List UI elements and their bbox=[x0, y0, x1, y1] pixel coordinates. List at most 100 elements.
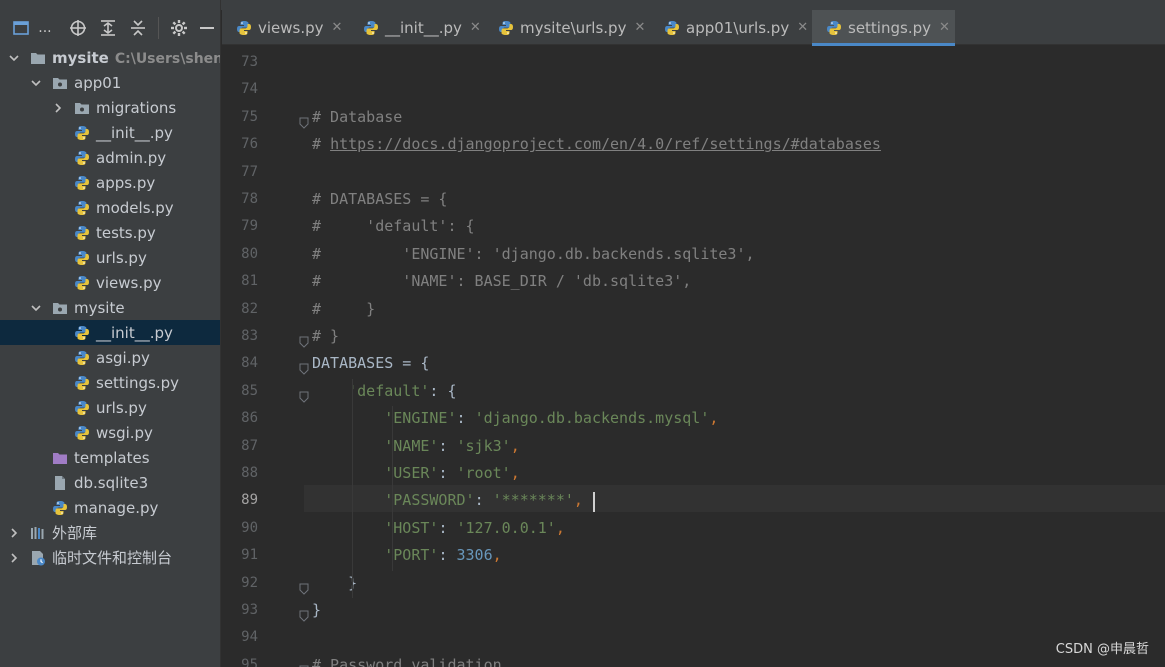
code-token: # Database bbox=[312, 107, 403, 126]
expand-all-icon[interactable] bbox=[92, 10, 124, 46]
editor-tab[interactable]: __init__.py ✕ bbox=[349, 10, 484, 45]
code-line[interactable]: # } bbox=[312, 327, 339, 345]
fold-marker-icon[interactable] bbox=[299, 114, 309, 129]
gear-icon[interactable] bbox=[165, 10, 193, 46]
code-line[interactable]: # } bbox=[312, 300, 375, 318]
tree-item-label: apps.py bbox=[96, 173, 156, 192]
code-line[interactable]: 'default': { bbox=[312, 382, 456, 400]
tree-item[interactable]: 外部库 bbox=[0, 520, 220, 545]
chevron-right-icon[interactable] bbox=[8, 552, 20, 564]
tree-item[interactable]: apps.py bbox=[0, 170, 220, 195]
editor-tab[interactable]: settings.py ✕ bbox=[812, 10, 955, 46]
tree-item[interactable]: urls.py bbox=[0, 245, 220, 270]
tree-item-label: urls.py bbox=[96, 248, 147, 267]
line-number: 95 bbox=[241, 656, 258, 667]
tree-item[interactable]: urls.py bbox=[0, 395, 220, 420]
code-token: 'root' bbox=[456, 464, 511, 482]
line-number: 74 bbox=[241, 81, 258, 98]
code-line[interactable]: 'ENGINE': 'django.db.backends.mysql', bbox=[312, 409, 718, 427]
code-line[interactable]: 'USER': 'root', bbox=[312, 464, 520, 482]
tree-item[interactable]: wsgi.py bbox=[0, 420, 220, 445]
project-pane-title[interactable]: ... bbox=[38, 20, 51, 36]
close-icon[interactable]: ✕ bbox=[332, 20, 343, 35]
code-token: # 'default': { bbox=[312, 217, 475, 236]
fold-marker-icon[interactable] bbox=[299, 662, 309, 667]
tree-item[interactable]: views.py bbox=[0, 270, 220, 295]
tree-item[interactable]: asgi.py bbox=[0, 345, 220, 370]
hide-pane-icon[interactable] bbox=[193, 10, 220, 46]
tree-item[interactable]: __init__.py bbox=[0, 320, 220, 345]
tree-item[interactable]: 临时文件和控制台 bbox=[0, 545, 220, 570]
code-line[interactable]: # 'default': { bbox=[312, 217, 475, 235]
code-line[interactable]: } bbox=[312, 601, 321, 619]
tree-item[interactable]: app01 bbox=[0, 70, 220, 95]
code-line[interactable]: } bbox=[312, 574, 357, 592]
chevron-down-icon[interactable] bbox=[30, 302, 42, 314]
code-line[interactable]: # Password validation bbox=[312, 656, 502, 667]
fold-marker-icon[interactable] bbox=[299, 388, 309, 403]
chevron-down-icon[interactable] bbox=[30, 77, 42, 89]
tree-item[interactable]: admin.py bbox=[0, 145, 220, 170]
python-file-icon bbox=[498, 20, 514, 36]
tree-item[interactable]: migrations bbox=[0, 95, 220, 120]
tree-item[interactable]: __init__.py bbox=[0, 120, 220, 145]
tree-item[interactable]: tests.py bbox=[0, 220, 220, 245]
code-token: 'PASSWORD' bbox=[384, 491, 475, 510]
code-token: https://docs.djangoproject.com/en/4.0/re… bbox=[330, 135, 881, 154]
code-line[interactable]: # 'ENGINE': 'django.db.backends.sqlite3'… bbox=[312, 245, 755, 263]
fold-marker-icon[interactable] bbox=[299, 360, 309, 376]
fold-marker-icon[interactable] bbox=[299, 607, 309, 622]
chevron-down-icon[interactable] bbox=[8, 52, 20, 64]
code-token: , bbox=[510, 464, 520, 482]
close-icon[interactable]: ✕ bbox=[797, 20, 808, 35]
code-line[interactable]: 'HOST': '127.0.0.1', bbox=[312, 519, 565, 537]
tree-item[interactable]: mysite bbox=[0, 295, 220, 320]
code-token: , bbox=[709, 409, 719, 428]
code-line[interactable]: 'NAME': 'sjk3', bbox=[312, 437, 519, 455]
tree-item-label: wsgi.py bbox=[96, 423, 153, 442]
code-token: '127.0.0.1' bbox=[456, 518, 556, 537]
tree-item[interactable]: db.sqlite3 bbox=[0, 470, 220, 495]
tree-item[interactable]: models.py bbox=[0, 195, 220, 220]
tree-item-label: __init__.py bbox=[96, 123, 173, 142]
line-number: 75 bbox=[241, 108, 258, 125]
project-view-icon[interactable] bbox=[8, 10, 34, 46]
line-number: 84 bbox=[241, 355, 258, 372]
code-line[interactable]: # 'NAME': BASE_DIR / 'db.sqlite3', bbox=[312, 272, 691, 290]
code-token: # DATABASES = { bbox=[312, 190, 448, 208]
close-icon[interactable]: ✕ bbox=[939, 20, 950, 35]
code-token: : bbox=[438, 546, 457, 565]
code-line[interactable]: 'PORT': 3306, bbox=[312, 546, 501, 565]
editor-tab[interactable]: app01\urls.py ✕ bbox=[650, 10, 812, 45]
fold-marker-icon[interactable] bbox=[299, 580, 309, 595]
fold-marker-icon[interactable] bbox=[299, 333, 309, 348]
code-editor[interactable]: 73 74 75 76 77 78 79 80 81 82 83 84 85 86 87 88 89 90 91 92… bbox=[222, 46, 1165, 667]
line-number: 89 bbox=[241, 492, 258, 509]
close-icon[interactable]: ✕ bbox=[634, 20, 645, 35]
code-line[interactable]: # Database bbox=[312, 108, 402, 126]
tree-item-label: admin.py bbox=[96, 148, 167, 167]
python-file-icon bbox=[236, 20, 252, 36]
collapse-all-icon[interactable] bbox=[124, 10, 152, 46]
close-icon[interactable]: ✕ bbox=[470, 20, 481, 35]
editor-tab[interactable]: views.py ✕ bbox=[222, 10, 349, 45]
code-line[interactable]: # DATABASES = { bbox=[312, 190, 447, 208]
code-line[interactable]: DATABASES = { bbox=[312, 354, 429, 372]
code-token: # 'ENGINE': 'django.db.backends.sqlite3'… bbox=[312, 244, 755, 263]
tree-item-label: migrations bbox=[96, 98, 177, 117]
tree-item[interactable]: settings.py bbox=[0, 370, 220, 395]
editor-tab[interactable]: mysite\urls.py ✕ bbox=[484, 10, 650, 45]
chevron-right-icon[interactable] bbox=[52, 102, 64, 114]
library-icon bbox=[30, 525, 46, 541]
code-line[interactable]: # https://docs.djangoproject.com/en/4.0/… bbox=[312, 135, 881, 153]
tree-item[interactable]: mysiteC:\Users\shench bbox=[0, 45, 220, 70]
locate-icon[interactable] bbox=[64, 10, 92, 46]
line-number: 76 bbox=[241, 136, 258, 153]
line-number: 79 bbox=[241, 218, 258, 235]
tree-item[interactable]: templates bbox=[0, 445, 220, 470]
tab-label: views.py bbox=[258, 18, 324, 37]
chevron-right-icon[interactable] bbox=[8, 527, 20, 539]
code-token: '******* bbox=[492, 491, 565, 510]
tree-item[interactable]: manage.py bbox=[0, 495, 220, 520]
